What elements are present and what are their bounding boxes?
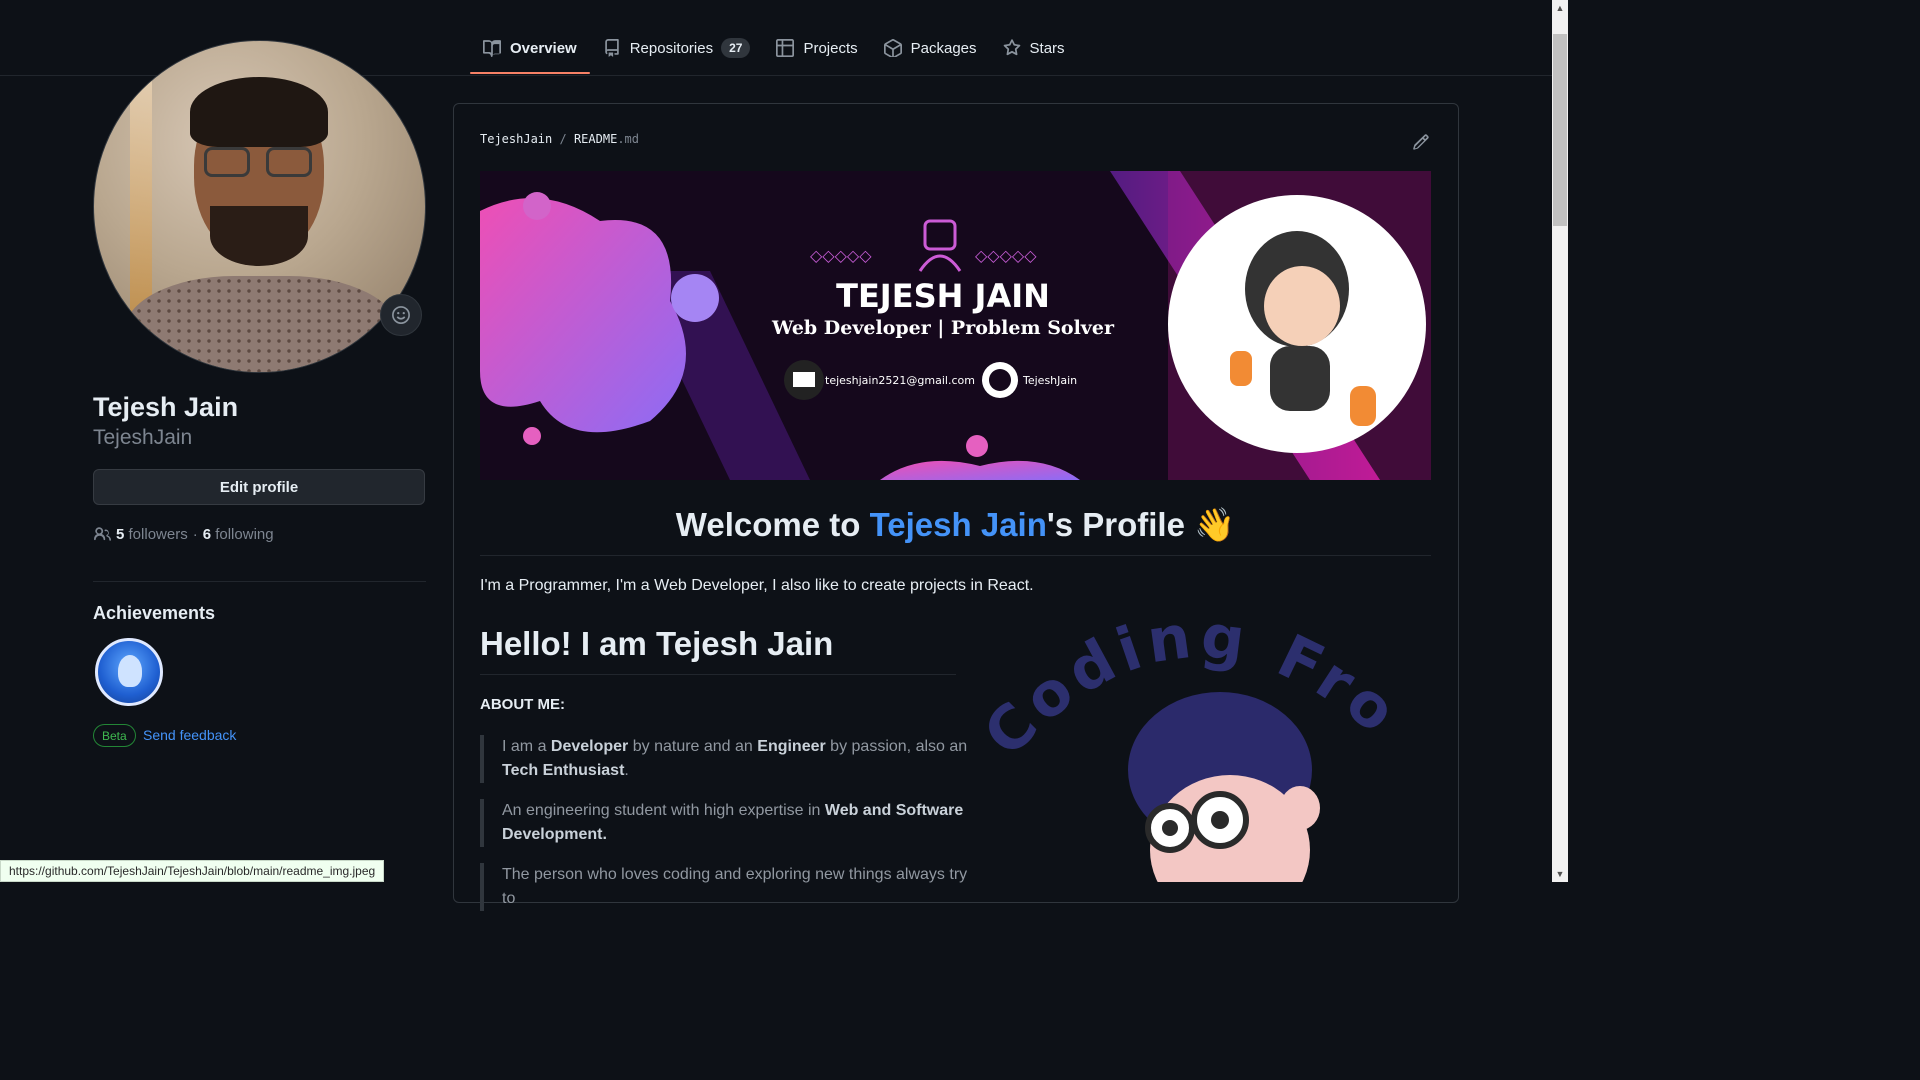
table-icon (776, 39, 795, 57)
followers-link[interactable]: 5 followers (116, 526, 188, 543)
beta-label: Beta (93, 724, 136, 747)
achievement-badge[interactable] (95, 638, 163, 706)
tab-repositories[interactable]: Repositories 27 (590, 22, 764, 74)
readme-banner-image[interactable]: ◇◇◇◇◇ ◇◇◇◇◇ TEJESH JAIN Web Developer | … (480, 171, 1431, 480)
welcome-heading: Welcome to Tejesh Jain's Profile 👋 (480, 506, 1431, 545)
following-link[interactable]: 6 following (203, 526, 274, 543)
welcome-suffix: 's Profile 👋 (1046, 506, 1236, 543)
profile-avatar[interactable] (93, 40, 426, 373)
sidebar-divider (93, 581, 426, 582)
scrollbar-thumb[interactable] (1553, 34, 1567, 226)
followers-count: 5 (116, 525, 125, 543)
shark-icon (118, 655, 142, 687)
dot-separator: · (192, 525, 198, 543)
repo-count-badge: 27 (721, 38, 751, 58)
intro-text: I'm a Programmer, I'm a Web Developer, I… (480, 577, 1034, 594)
set-status-button[interactable] (380, 294, 422, 336)
quote-2: An engineering student with high experti… (480, 799, 980, 847)
repo-icon (604, 39, 619, 57)
readme-owner-link[interactable]: TejeshJain (480, 132, 552, 146)
edit-pencil-icon[interactable] (1412, 133, 1430, 151)
profile-name: Tejesh Jain (93, 392, 239, 422)
tab-packages[interactable]: Packages (871, 22, 990, 74)
readme-file-ext: .md (617, 132, 639, 146)
following-label: following (215, 525, 274, 543)
banner-role: Web Developer | Problem Solver (771, 317, 1115, 339)
tab-overview-label: Overview (510, 39, 577, 57)
tab-packages-label: Packages (910, 39, 977, 57)
send-feedback-link[interactable]: Send feedback (143, 727, 236, 743)
people-icon (94, 527, 111, 541)
star-icon (1003, 39, 1020, 56)
svg-text:◇◇◇◇◇: ◇◇◇◇◇ (975, 246, 1037, 265)
welcome-prefix: Welcome to (675, 506, 870, 543)
followers-label: followers (128, 525, 188, 543)
heading-divider (480, 555, 1431, 556)
scroll-down-arrow-icon[interactable]: ▼ (1552, 866, 1568, 882)
tab-projects[interactable]: Projects (763, 22, 870, 74)
follow-stats: 5 followers · 6 following (93, 525, 274, 543)
banner-name: TEJESH JAIN (836, 277, 1050, 315)
scroll-up-arrow-icon[interactable]: ▲ (1552, 0, 1568, 16)
hello-heading: Hello! I am Tejesh Jain (480, 625, 834, 662)
edit-profile-button[interactable]: Edit profile (93, 469, 425, 505)
path-separator: / (559, 132, 567, 146)
tab-repositories-label: Repositories (629, 39, 714, 57)
about-me-label: ABOUT ME: (480, 696, 565, 713)
welcome-name: Tejesh Jain (869, 506, 1047, 543)
achievements-title: Achievements (93, 603, 216, 623)
tab-projects-label: Projects (803, 39, 858, 57)
profile-login: TejeshJain (93, 426, 193, 449)
svg-text:◇◇◇◇◇: ◇◇◇◇◇ (810, 246, 872, 265)
status-bar-url: https://github.com/TejeshJain/TejeshJain… (0, 860, 385, 882)
quote-3: The person who loves coding and explorin… (480, 863, 980, 911)
book-icon (483, 40, 501, 57)
coding-illustration: Coding From (980, 600, 1420, 882)
package-icon (883, 39, 902, 57)
banner-github: TejeshJain (1022, 374, 1077, 387)
following-count: 6 (202, 525, 212, 543)
readme-path: TejeshJain / README.md (480, 132, 639, 146)
tab-stars-label: Stars (1029, 39, 1065, 57)
quote-1: I am a Developer by nature and an Engine… (480, 735, 980, 783)
banner-email: tejeshjain2521@gmail.com (825, 374, 975, 387)
hello-divider (480, 674, 956, 675)
readme-file-link[interactable]: README (574, 132, 617, 146)
smiley-icon (392, 306, 410, 324)
tab-stars[interactable]: Stars (990, 22, 1078, 74)
tab-overview[interactable]: Overview (470, 22, 590, 74)
